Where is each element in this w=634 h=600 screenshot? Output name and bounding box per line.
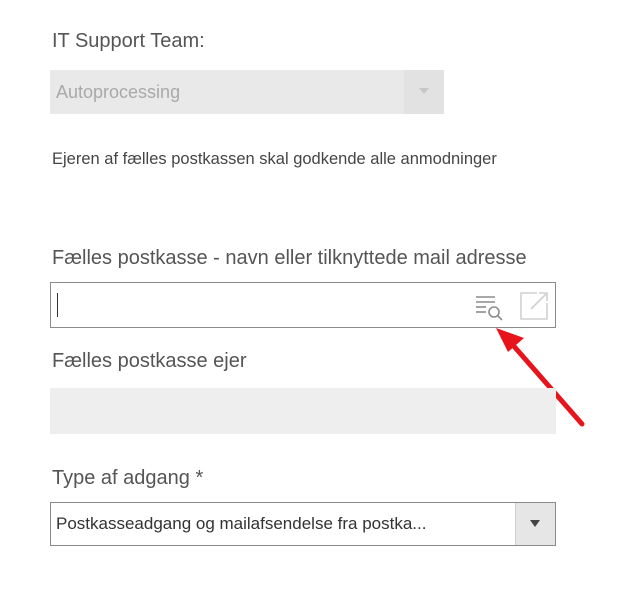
chevron-down-icon [419,88,429,94]
request-form: IT Support Team: Autoprocessing Ejeren a… [0,0,634,600]
mailbox-owner-field [50,388,556,434]
support-team-select: Autoprocessing [50,70,444,114]
owner-approval-note: Ejeren af fælles postkassen skal godkend… [52,150,497,168]
support-team-dropdown-toggle [404,70,444,114]
shared-mailbox-input[interactable] [50,282,556,328]
text-cursor [57,293,58,317]
shared-mailbox-label: Fælles postkasse - navn eller tilknytted… [52,247,527,269]
access-type-value: Postkasseadgang og mailafsendelse fra po… [56,514,427,533]
access-type-dropdown-toggle[interactable] [515,503,555,545]
mailbox-owner-label: Fælles postkasse ejer [52,350,247,372]
lookup-search-icon[interactable] [473,291,505,323]
chevron-down-icon [530,520,540,527]
open-external-icon [517,289,551,323]
support-team-value: Autoprocessing [56,82,181,102]
access-type-select[interactable]: Postkasseadgang og mailafsendelse fra po… [50,502,556,546]
support-team-label: IT Support Team: [52,30,205,52]
access-type-label: Type af adgang * [52,467,204,489]
